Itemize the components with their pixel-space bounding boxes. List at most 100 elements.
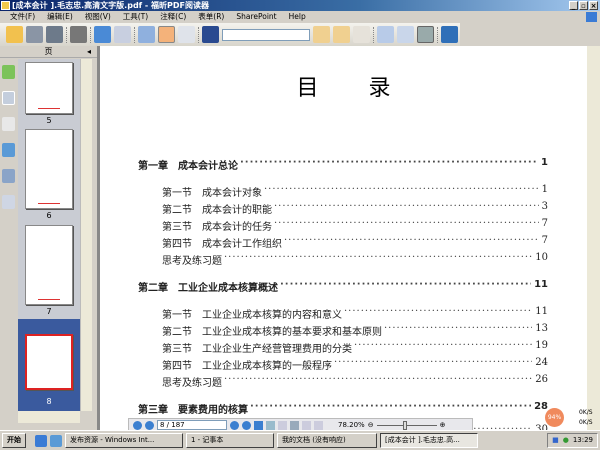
layers-icon[interactable]	[2, 117, 15, 131]
fit-width-icon[interactable]	[417, 26, 434, 43]
save-icon[interactable]	[26, 26, 43, 43]
separator	[66, 26, 67, 43]
last-page-icon[interactable]	[242, 420, 251, 430]
toc-leader-dots	[240, 157, 538, 172]
page-number-input[interactable]: 8 / 187	[157, 420, 227, 430]
task-notepad[interactable]: 1 - 记事本	[186, 433, 274, 448]
continuous-icon[interactable]	[290, 420, 299, 430]
toc-entry[interactable]: 第一章 成本会计总论 1	[138, 157, 548, 172]
comments-icon[interactable]	[2, 143, 15, 157]
thumbnail-label: 5	[46, 116, 52, 125]
forward-icon[interactable]	[266, 420, 275, 430]
signatures-icon[interactable]	[2, 195, 15, 209]
zoom-out-icon[interactable]: ⊖	[368, 421, 374, 429]
select-text-icon[interactable]	[178, 26, 195, 43]
sidebar-title: 页	[44, 47, 53, 56]
toc-entry[interactable]: 第二章 工业企业成本核算概述 11	[138, 279, 548, 294]
desktop-quicklaunch-icon[interactable]	[50, 434, 62, 447]
toc-entry[interactable]: 第四节 成本会计工作组织 7	[162, 235, 548, 250]
close-button[interactable]: ×	[589, 1, 598, 10]
page-thumbnail[interactable]	[25, 225, 73, 305]
page-thumbnail[interactable]	[25, 129, 73, 209]
toc-entry[interactable]: 第三节 成本会计的任务 7	[162, 218, 548, 233]
binoculars-icon[interactable]	[202, 26, 219, 43]
pages-icon[interactable]	[2, 91, 15, 105]
monitor-icon[interactable]	[94, 26, 111, 43]
task-foxit-reader[interactable]: [成本会计 ].毛志忠.高...	[380, 433, 478, 448]
toc-entry[interactable]: 第三节 工业企业生产经营管理费用的分类 19	[162, 340, 548, 355]
ie-quicklaunch-icon[interactable]	[35, 434, 47, 447]
rotate-icon[interactable]	[377, 26, 394, 43]
search-prev-icon[interactable]	[313, 26, 330, 43]
minimize-button[interactable]: _	[569, 1, 578, 10]
task-ie[interactable]: 发布资源 - Windows Int...	[65, 433, 183, 448]
save-as-icon[interactable]	[46, 26, 63, 43]
annotation-icon[interactable]	[353, 26, 370, 43]
toc-leader-dots	[224, 374, 532, 389]
open-icon[interactable]	[6, 26, 23, 43]
fit-page-icon[interactable]	[397, 26, 414, 43]
prev-page-icon[interactable]	[145, 420, 154, 430]
toc-entry[interactable]: 思考及练习题 10	[162, 252, 548, 267]
toc-entry[interactable]: 第二节 工业企业成本核算的基本要求和基本原则 13	[162, 323, 548, 338]
facing-icon[interactable]	[302, 420, 311, 430]
toc-entry-title: 第四节 成本会计工作组织	[162, 239, 282, 250]
toc-entry[interactable]: 第四节 工业企业成本核算的一般程序 24	[162, 357, 548, 372]
thumbnail-scrollbar[interactable]	[80, 59, 92, 411]
menu-sharepoint[interactable]: SharePoint	[236, 11, 276, 23]
menu-edit[interactable]: 编辑(E)	[47, 11, 73, 23]
toc-entry[interactable]: 第一节 工业企业成本核算的内容和意义 11	[162, 306, 548, 321]
bookmarks-icon[interactable]	[2, 65, 15, 79]
toc-entry[interactable]: 第一节 成本会计对象 1	[162, 184, 548, 199]
next-page-icon[interactable]	[230, 420, 239, 430]
zoom-slider[interactable]	[376, 420, 437, 430]
foxit-update-icon[interactable]	[441, 26, 458, 43]
hand-tool-icon[interactable]	[158, 26, 175, 43]
toc-entry-page: 7	[541, 218, 548, 229]
toc-leader-dots	[344, 306, 532, 321]
collapse-icon[interactable]: ◂	[87, 46, 91, 58]
tray-icon[interactable]: ●	[563, 434, 569, 447]
start-button[interactable]: 开始	[2, 433, 26, 448]
toc-entry-title: 第二节 成本会计的职能	[162, 205, 272, 216]
back-icon[interactable]	[254, 420, 263, 430]
first-page-icon[interactable]	[133, 420, 142, 430]
network-usage[interactable]: 94%	[545, 408, 564, 427]
menu-forms[interactable]: 表单(R)	[198, 11, 224, 23]
menu-view[interactable]: 视图(V)	[85, 11, 111, 23]
toc-entry[interactable]: 第三章 要素费用的核算28	[138, 401, 548, 416]
zoom-level[interactable]: 78.20%	[338, 421, 365, 429]
maximize-button[interactable]: ▫	[579, 1, 588, 10]
thumbnail-panel: 5 6 7 8	[18, 59, 80, 411]
menu-file[interactable]: 文件(F)	[10, 11, 35, 23]
print-icon[interactable]	[70, 26, 87, 43]
tray-icon[interactable]: ■	[552, 434, 559, 447]
toc-entry-page: 3	[541, 201, 548, 212]
menu-tools[interactable]: 工具(T)	[123, 11, 148, 23]
toc-entry[interactable]: 第二节 成本会计的职能 3	[162, 201, 548, 216]
toc-leader-dots	[280, 279, 531, 294]
toc-entry-title: 第三节 成本会计的任务	[162, 222, 272, 233]
toc-leader-dots	[250, 401, 531, 416]
thumbnail-hscrollbar[interactable]	[18, 411, 80, 423]
single-page-icon[interactable]	[278, 420, 287, 430]
toc-entry-page: 19	[535, 340, 548, 351]
toc-entry[interactable]: 思考及练习题 26	[162, 374, 548, 389]
search-input[interactable]	[222, 28, 310, 41]
fullscreen-icon[interactable]	[586, 12, 597, 22]
menu-help[interactable]: Help	[289, 11, 306, 23]
toc-entry-title: 第二节 工业企业成本核算的基本要求和基本原则	[162, 327, 382, 338]
task-my-documents[interactable]: 我的文档 (没有响应)	[277, 433, 377, 448]
toc-entry-page: 1	[541, 157, 548, 168]
page-thumbnail[interactable]	[25, 62, 73, 114]
page-view-icon[interactable]	[138, 26, 155, 43]
search-next-icon[interactable]	[333, 26, 350, 43]
continuous-facing-icon[interactable]	[314, 420, 323, 430]
page-thumbnail-selected[interactable]	[25, 334, 73, 390]
document-scrollbar[interactable]	[587, 46, 600, 430]
attachments-icon[interactable]	[2, 169, 15, 183]
menu-comments[interactable]: 注释(C)	[160, 11, 186, 23]
toc-entry-page: 24	[535, 357, 548, 368]
find-compare-icon[interactable]	[114, 26, 131, 43]
zoom-in-icon[interactable]: ⊕	[440, 421, 446, 429]
